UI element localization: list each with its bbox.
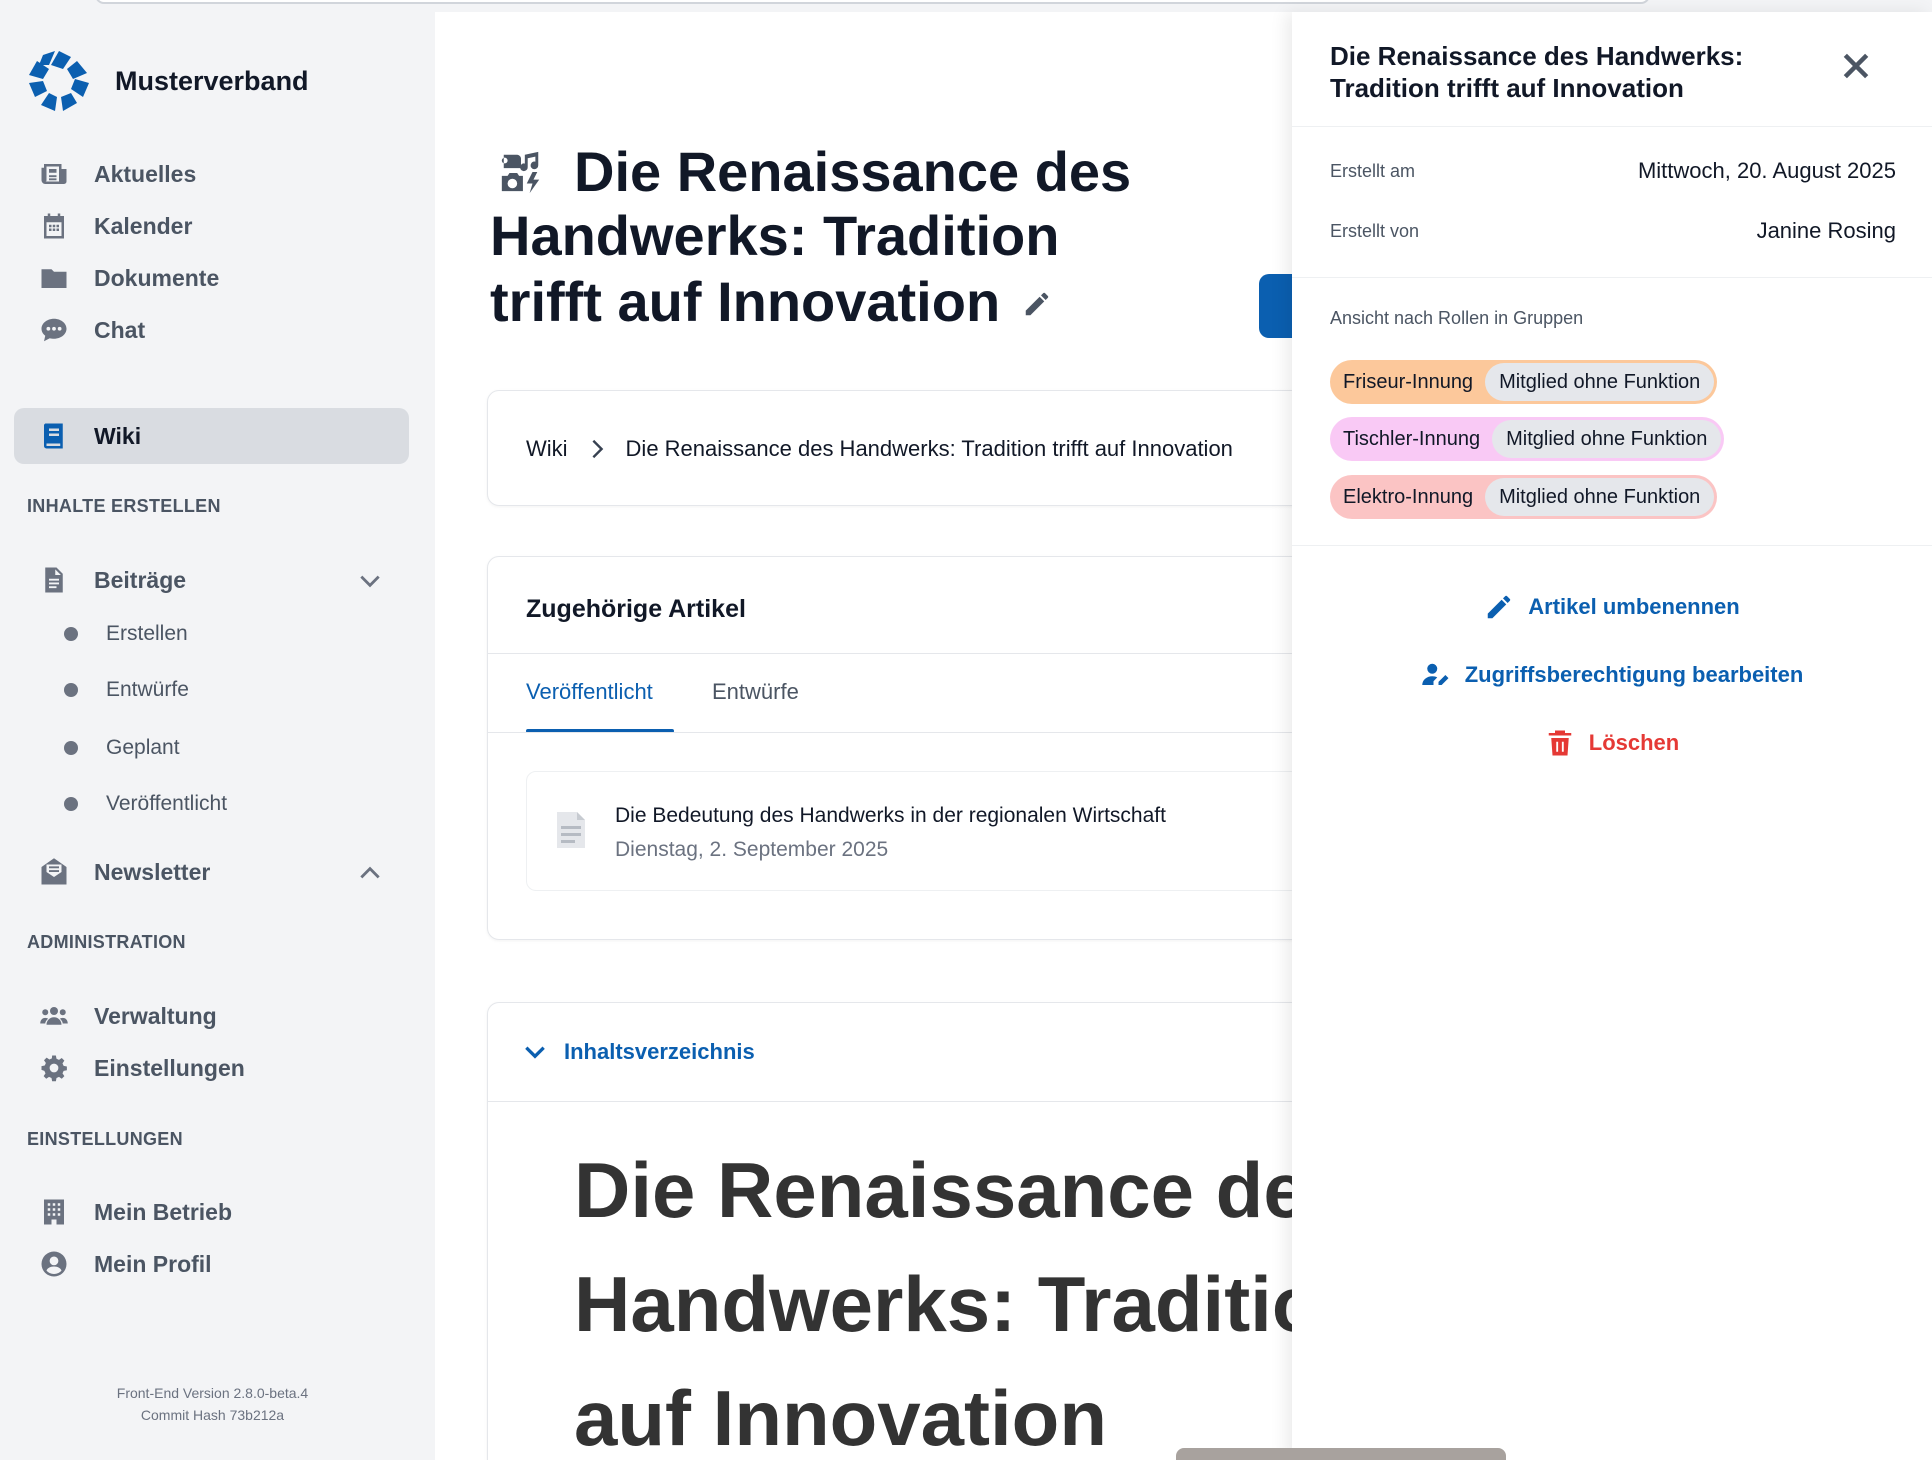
created-at-value: Mittwoch, 20. August 2025 [1637,158,1896,183]
related-article-date: Dienstag, 2. September 2025 [615,838,889,861]
nav-item-newsletter[interactable]: Newsletter [14,844,409,900]
document-icon [38,564,70,596]
bullet-icon [64,627,78,641]
newspaper-icon [38,158,70,190]
nav-item-verwaltung[interactable]: Verwaltung [14,988,409,1044]
delete-article-button[interactable]: Löschen [1292,728,1932,758]
created-by-value: Janine Rosing [1756,218,1896,243]
chevron-down-icon [525,1046,545,1059]
drawer-title: Die Renaissance des Handwerks: Tradition… [1330,41,1744,103]
building-icon [38,1196,70,1228]
nav-item-chat[interactable]: Chat [14,302,409,358]
roles-label: Ansicht nach Rollen in Gruppen [1330,308,1584,328]
chevron-right-icon [586,438,608,460]
newsletter-icon [38,856,70,888]
tab-veroeffentlicht[interactable]: Veröffentlicht [526,679,653,705]
sub-item-geplant[interactable]: Geplant [64,736,180,760]
created-at-row: Erstellt am Mittwoch, 20. August 2025 [1330,158,1896,183]
nav-item-beitraege[interactable]: Beiträge [14,552,409,608]
divider [1292,126,1932,127]
article-details-drawer: Die Renaissance des Handwerks: Tradition… [1292,12,1932,1460]
related-article-item[interactable]: Die Bedeutung des Handwerks in der regio… [526,771,1386,891]
page-title: Die Renaissance des Handwerks: Tradition… [490,140,1132,333]
role-chip-tischler: Tischler-Innung Mitglied ohne Funktion [1330,417,1725,461]
music-camera-icon [498,144,544,194]
bullet-icon [64,741,78,755]
user-circle-icon [38,1248,70,1280]
nav-item-dokumente[interactable]: Dokumente [14,250,409,306]
divider [1292,545,1932,546]
document-thumbnail-icon [555,810,587,850]
nav-item-aktuelles[interactable]: Aktuelles [14,146,409,202]
related-articles-header: Zugehörige Artikel [526,595,746,623]
logo-icon [29,51,89,111]
divider [488,653,1386,654]
users-icon [38,1000,70,1032]
chevron-down-icon[interactable] [357,568,383,594]
brand-name: Musterverband [115,65,309,96]
sub-item-veroeffentlicht[interactable]: Veröffentlicht [64,792,227,816]
frontend-version: Front-End Version 2.8.0-beta.4 [116,1385,309,1401]
created-by-row: Erstellt von Janine Rosing [1330,218,1896,243]
role-chip-friseur: Friseur-Innung Mitglied ohne Funktion [1330,360,1718,404]
sub-item-entwuerfe[interactable]: Entwürfe [64,678,189,702]
bullet-icon [64,797,78,811]
breadcrumb-root[interactable]: Wiki [526,436,568,462]
table-of-contents-card: Inhaltsverzeichnis Die Renaissance des H… [487,1002,1387,1460]
breadcrumb-current: Die Renaissance des Handwerks: Tradition… [625,436,1233,461]
chat-icon [38,314,70,346]
tab-entwuerfe[interactable]: Entwürfe [712,679,799,705]
user-edit-icon [1421,660,1451,690]
chevron-up-icon[interactable] [357,860,383,886]
article-heading: Die Renaissance des Handwerks: Tradition… [574,1146,1386,1460]
nav-item-kalender[interactable]: Kalender [14,198,409,254]
nav-item-wiki[interactable]: Wiki [14,408,409,464]
edit-permissions-button[interactable]: Zugriffsberechtigung bearbeiten [1292,660,1932,690]
sub-item-erstellen[interactable]: Erstellen [64,622,188,646]
nav-item-mein-betrieb[interactable]: Mein Betrieb [14,1184,409,1240]
browser-top-strip [0,0,1932,12]
address-bar[interactable] [95,0,1650,4]
divider [488,1101,1386,1102]
related-articles-card: Zugehörige Artikel Veröffentlicht Entwür… [487,556,1387,940]
commit-hash: Commit Hash 73b212a [140,1407,285,1423]
breadcrumb: Wiki Die Renaissance des Handwerks: Trad… [487,390,1387,506]
bottom-scroll-handle[interactable] [1176,1448,1506,1460]
pencil-icon [1484,592,1514,622]
book-icon [38,420,70,452]
close-icon[interactable] [1840,50,1872,82]
nav-item-mein-profil[interactable]: Mein Profil [14,1236,409,1292]
divider [1292,277,1932,278]
section-administration: ADMINISTRATION [27,932,186,952]
nav-item-einstellungen[interactable]: Einstellungen [14,1040,409,1096]
trash-icon [1545,728,1575,758]
gear-icon [38,1052,70,1084]
section-inhalte-erstellen: INHALTE ERSTELLEN [27,496,221,516]
related-article-title: Die Bedeutung des Handwerks in der regio… [615,804,1166,827]
role-chip-elektro: Elektro-Innung Mitglied ohne Funktion [1330,475,1718,519]
sidebar: Musterverband Aktuelles Kalender Dokumen… [0,12,435,1460]
rename-article-button[interactable]: Artikel umbenennen [1292,592,1932,622]
section-einstellungen: EINSTELLUNGEN [27,1129,183,1149]
toc-toggle[interactable]: Inhaltsverzeichnis [522,1039,755,1065]
calendar-icon [38,210,70,242]
brand-logo[interactable]: Musterverband [27,49,309,113]
divider [488,732,1386,733]
pencil-icon[interactable] [1022,268,1052,316]
folder-icon [38,262,70,294]
bullet-icon [64,683,78,697]
